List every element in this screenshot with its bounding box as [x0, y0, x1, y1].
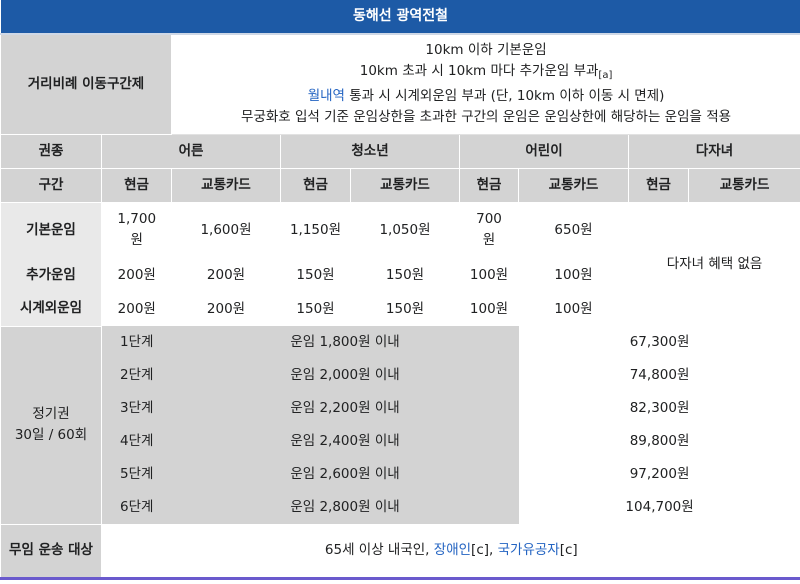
- fare-row-label: 기본운임: [0, 202, 102, 258]
- tier-step: 2단계: [101, 359, 172, 392]
- fare-cell: 150원: [280, 258, 351, 292]
- tier-condition: 운임 2,000원 이내: [171, 359, 519, 392]
- fare-cell: 1,150원: [280, 202, 351, 258]
- rule-line-3: 월내역 통과 시 시계외운임 부과 (단, 10km 이하 이동 시 면제): [176, 86, 796, 107]
- col-child: 어린이: [459, 133, 629, 169]
- tier-condition: 운임 2,600원 이내: [171, 458, 519, 491]
- table-row: 무임 운송 대상 65세 이상 내국인, 장애인[c], 국가유공자[c]: [0, 523, 800, 579]
- tier-step: 6단계: [101, 491, 172, 524]
- fare-row-label: 추가운임: [0, 258, 102, 292]
- fare-cell: 100원: [518, 292, 629, 326]
- fare-cell: 1,700 원: [101, 202, 172, 258]
- wollae-station-link[interactable]: 월내역: [308, 88, 345, 104]
- child-card-header: 교통카드: [518, 167, 629, 203]
- free-ride-text: 65세 이상 내국인,: [324, 541, 434, 558]
- table-title: 동해선 광역전철: [0, 0, 800, 35]
- table-row: 2단계 운임 2,000원 이내 74,800원: [1, 359, 800, 392]
- free-ride-description: 65세 이상 내국인, 장애인[c], 국가유공자[c]: [101, 524, 800, 578]
- footnote-c-link[interactable]: [c]: [471, 542, 489, 558]
- table-row: 4단계 운임 2,400원 이내 89,800원: [1, 425, 800, 458]
- commuter-pass-label-line2: 30일 / 60회: [14, 427, 88, 443]
- youth-card-header: 교통카드: [350, 167, 460, 203]
- tier-condition: 운임 1,800원 이내: [171, 326, 519, 359]
- disabled-link[interactable]: 장애인: [434, 542, 471, 558]
- col-adult: 어른: [101, 133, 281, 169]
- tier-price: 82,300원: [518, 392, 800, 425]
- adult-cash-header: 현금: [101, 167, 172, 203]
- tier-condition: 운임 2,200원 이내: [171, 392, 519, 425]
- distance-system-description: 10km 이하 기본운임 10km 초과 시 10km 마다 추가운임 부과[a…: [170, 33, 800, 135]
- youth-cash-header: 현금: [280, 167, 351, 203]
- distance-system-label: 거리비례 이동구간제: [0, 33, 172, 135]
- tier-price: 104,700원: [518, 491, 800, 524]
- col-youth: 청소년: [280, 133, 460, 169]
- separator: ,: [489, 541, 498, 558]
- table-row: 3단계 운임 2,200원 이내 82,300원: [1, 392, 800, 425]
- free-ride-label: 무임 운송 대상: [0, 523, 102, 579]
- fare-cell: 1,600원: [171, 202, 281, 258]
- tier-price: 89,800원: [518, 425, 800, 458]
- commuter-pass-label: 정기권 30일 / 60회: [0, 325, 102, 525]
- ticket-type-label: 권종: [0, 133, 102, 169]
- tier-price: 97,200원: [518, 458, 800, 491]
- multi-card-header: 교통카드: [687, 167, 800, 203]
- col-multi-child: 다자녀: [627, 133, 800, 169]
- tier-price: 67,300원: [518, 326, 800, 359]
- tier-condition: 운임 2,800원 이내: [171, 491, 519, 524]
- rule-line-2-text: 10km 초과 시 10km 마다 추가운임 부과: [359, 63, 599, 80]
- tier-price: 74,800원: [518, 359, 800, 392]
- fare-cell: 100원: [459, 258, 519, 292]
- fare-cell: 150원: [350, 258, 460, 292]
- veterans-link[interactable]: 국가유공자: [498, 542, 560, 558]
- fare-cell: 200원: [101, 292, 172, 326]
- fare-table: 동해선 광역전철 거리비례 이동구간제 10km 이하 기본운임 10km 초과…: [0, 0, 800, 580]
- fare-row-label: 시계외운임: [0, 292, 102, 326]
- fare-cell: 200원: [101, 258, 172, 292]
- child-cash-header: 현금: [459, 167, 519, 203]
- multi-cash-header: 현금: [628, 167, 689, 203]
- rule-line-4: 무궁화호 입석 기준 운임상한을 초과한 구간의 운임은 운임상한에 해당하는 …: [241, 109, 732, 126]
- footnote-a-link[interactable]: [a]: [598, 70, 612, 81]
- table-row: 6단계 운임 2,800원 이내 104,700원: [1, 491, 800, 524]
- footnote-c-link-2[interactable]: [c]: [560, 542, 578, 558]
- adult-card-header: 교통카드: [171, 167, 281, 203]
- fare-cell: 150원: [280, 292, 351, 326]
- fare-cell: 1,050원: [350, 202, 460, 258]
- table-row: 5단계 운임 2,600원 이내 97,200원: [1, 458, 800, 491]
- tier-step: 4단계: [101, 425, 172, 458]
- fare-cell: 150원: [350, 292, 460, 326]
- table-row: 정기권 30일 / 60회 1단계 운임 1,800원 이내 67,300원: [0, 325, 800, 525]
- fare-cell: 700 원: [459, 202, 519, 258]
- fare-cell: 100원: [518, 258, 629, 292]
- fare-cell: 200원: [171, 292, 281, 326]
- tier-step: 3단계: [101, 392, 172, 425]
- table-row: 기본운임 1,700 원 1,600원 1,150원 1,050원 700 원 …: [0, 202, 800, 326]
- fare-cell: 100원: [459, 292, 519, 326]
- rule-line-2: 10km 초과 시 10km 마다 추가운임 부과[a]: [176, 61, 796, 86]
- fare-cell: 200원: [171, 258, 281, 292]
- rule-line-3-text: 통과 시 시계외운임 부과 (단, 10km 이하 이동 시 면제): [344, 88, 665, 105]
- rule-line-1: 10km 이하 기본운임: [425, 42, 547, 59]
- tier-step: 1단계: [101, 326, 172, 359]
- section-label: 구간: [0, 167, 102, 203]
- tier-step: 5단계: [101, 458, 172, 491]
- fare-cell: 650원: [518, 202, 629, 258]
- multi-child-note: 다자녀 혜택 없음: [628, 202, 800, 326]
- tier-condition: 운임 2,400원 이내: [171, 425, 519, 458]
- commuter-pass-label-line1: 정기권: [32, 406, 70, 422]
